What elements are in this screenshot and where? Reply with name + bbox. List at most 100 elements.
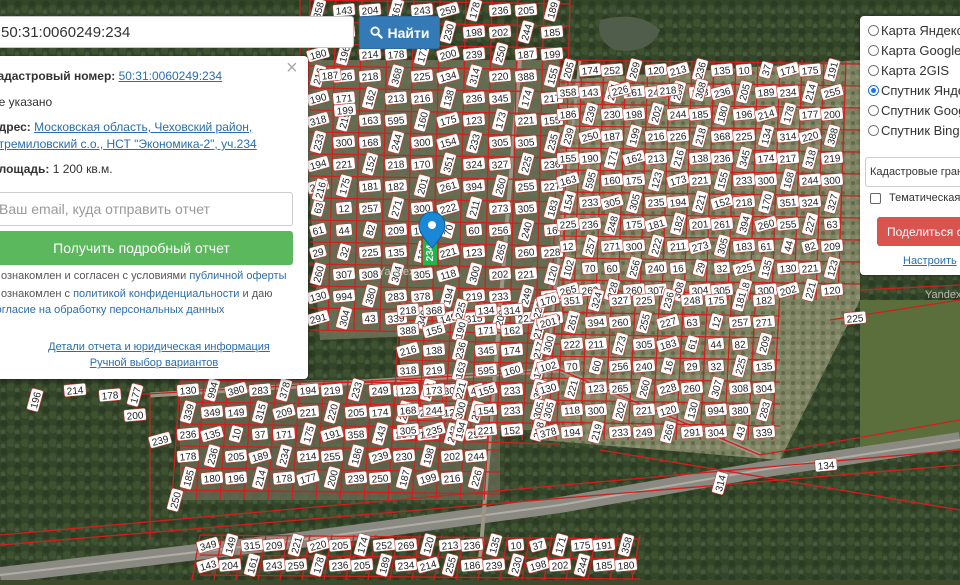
parcel-number-label[interactable]: 152 [500, 422, 524, 438]
address-link-line1[interactable]: Московская область, Чеховский район, [34, 120, 252, 134]
parcel-number-label[interactable]: 187 [318, 67, 342, 83]
parcel-number-label[interactable]: 175 [570, 537, 594, 553]
parcel-number-label[interactable]: 300 [332, 134, 356, 150]
parcel-number-label[interactable]: 300 [754, 172, 778, 188]
parcel-number-label[interactable]: 194 [666, 194, 690, 210]
parcel-number-label[interactable]: 250 [368, 470, 392, 486]
parcel-number-label[interactable]: 225 [632, 292, 656, 308]
parcel-number-label[interactable]: 174 [578, 62, 602, 78]
parcel-number-label[interactable]: 218 [384, 156, 408, 172]
parcel-number-label[interactable]: 225 [410, 68, 434, 84]
parcel-number-label[interactable]: 198 [622, 106, 646, 122]
parcel-number-label[interactable]: 194 [560, 424, 584, 440]
share-link-button[interactable]: Поделиться ссылкой [877, 217, 960, 246]
parcel-number-label[interactable]: 305 [488, 134, 512, 150]
parcel-number-label[interactable]: 120 [820, 282, 844, 298]
parcel-number-label[interactable]: 199 [333, 102, 357, 118]
parcel-number-label[interactable]: 201 [688, 216, 712, 232]
parcel-number-label[interactable]: 70 [581, 261, 599, 275]
parcel-number-label[interactable]: 345 [488, 90, 512, 106]
parcel-number-label[interactable]: 236 [460, 537, 484, 553]
parcel-number-label[interactable]: 239 [344, 470, 368, 486]
parcel-number-label[interactable]: 236 [488, 2, 512, 18]
parcel-number-label[interactable]: 174 [500, 342, 524, 358]
parcel-number-label[interactable]: 82 [731, 337, 749, 351]
parcel-number-label[interactable]: 308 [728, 380, 752, 396]
parcel-number-label[interactable]: 358 [556, 84, 580, 100]
parcel-number-label[interactable]: 205 [350, 557, 374, 573]
parcel-number-label[interactable]: 70 [563, 359, 581, 373]
parcel-number-label[interactable]: 269 [394, 537, 418, 553]
parcel-number-label[interactable]: 349 [200, 404, 224, 420]
layer-option-yandex-map[interactable]: Карта Яндекс [868, 23, 960, 38]
parcel-number-label[interactable]: 221 [688, 172, 712, 188]
parcel-number-label[interactable]: 239 [462, 46, 486, 62]
parcel-number-label[interactable]: 235 [644, 194, 668, 210]
parcel-number-label[interactable]: 221 [514, 266, 538, 282]
parcel-number-label[interactable]: 182 [384, 178, 408, 194]
parcel-number-label[interactable]: 194 [296, 382, 320, 398]
parcel-number-label[interactable]: 243 [262, 557, 286, 573]
parcel-number-label[interactable]: 200 [820, 106, 844, 122]
parcel-number-label[interactable]: 236 [710, 150, 734, 166]
parcel-number-label[interactable]: 120 [644, 62, 668, 78]
settings-link[interactable]: Настроить [903, 255, 957, 267]
parcel-number-label[interactable]: 239 [482, 557, 506, 573]
parcel-number-label[interactable]: 178 [272, 470, 296, 486]
parcel-number-label[interactable]: 178 [98, 387, 122, 403]
parcel-number-label[interactable]: 205 [514, 2, 538, 18]
parcel-number-label[interactable]: 134 [814, 457, 838, 473]
parcel-number-label[interactable]: 300 [622, 238, 646, 254]
parcel-number-label[interactable]: 218 [732, 194, 756, 210]
parcel-number-label[interactable]: 173 [422, 382, 446, 398]
parcel-number-label[interactable]: 168 [396, 402, 420, 418]
parcel-number-label[interactable]: 221 [632, 402, 656, 418]
parcel-number-label[interactable]: 123 [462, 112, 486, 128]
parcel-number-label[interactable]: 209 [384, 222, 408, 238]
parcel-number-label[interactable]: 234 [776, 84, 800, 100]
parcel-number-label[interactable]: 259 [284, 557, 308, 573]
parcel-number-label[interactable]: 214 [63, 382, 87, 398]
parcel-number-label[interactable]: 283 [248, 382, 272, 398]
parcel-number-label[interactable]: 32 [713, 261, 731, 275]
parcel-number-label[interactable]: 225 [732, 128, 756, 144]
parcel-number-label[interactable]: 186 [460, 557, 484, 573]
parcel-number-label[interactable]: 175 [622, 216, 646, 232]
parcel-number-label[interactable]: 388 [514, 68, 538, 84]
parcel-number-label[interactable]: 204 [218, 557, 242, 573]
layer-option-2gis-map[interactable]: Карта 2GIS [868, 63, 949, 78]
parcel-number-label[interactable]: 214 [296, 448, 320, 464]
checkbox-icon[interactable] [870, 192, 881, 204]
parcel-number-label[interactable]: 196 [732, 106, 756, 122]
parcel-number-label[interactable]: 236 [176, 426, 200, 442]
parcel-number-label[interactable]: 233 [578, 194, 602, 210]
parcel-number-label[interactable]: 174 [368, 404, 392, 420]
parcel-number-label[interactable]: 595 [474, 362, 498, 378]
parcel-number-label[interactable]: 154 [474, 402, 498, 418]
parcel-number-label[interactable]: 226 [666, 128, 690, 144]
parcel-number-label[interactable]: 271 [600, 238, 624, 254]
parcel-number-label[interactable]: 202 [488, 24, 512, 40]
parcel-number-label[interactable]: 351 [560, 292, 584, 308]
parcel-number-label[interactable]: 196 [224, 470, 248, 486]
parcel-number-label[interactable]: 220 [488, 68, 512, 84]
parcel-number-label[interactable]: 211 [584, 336, 608, 352]
parcel-number-label[interactable]: 240 [632, 358, 656, 374]
email-field[interactable] [0, 192, 293, 226]
parcel-number-label[interactable]: 271 [752, 314, 776, 330]
parcel-number-label[interactable]: 118 [560, 402, 584, 418]
report-details-link[interactable]: Детали отчета и юридическая информация [0, 341, 318, 353]
parcel-number-label[interactable]: 205 [224, 448, 248, 464]
parcel-number-label[interactable]: 134 [474, 302, 498, 318]
parcel-number-label[interactable]: 149 [224, 404, 248, 420]
parcel-number-label[interactable]: 368 [422, 302, 446, 318]
parcel-number-label[interactable]: 240 [644, 260, 668, 276]
parcel-number-label[interactable]: 358 [344, 426, 368, 442]
parcel-number-label[interactable]: 175 [704, 292, 728, 308]
parcel-number-label[interactable]: 219 [422, 362, 446, 378]
parcel-number-label[interactable]: 209 [262, 537, 286, 553]
parcel-number-label[interactable]: 233 [488, 288, 512, 304]
parcel-number-label[interactable]: 315 [240, 537, 264, 553]
privacy-policy-link[interactable]: политикой конфиденциальности [73, 288, 239, 300]
parcel-number-label[interactable]: 234 [394, 557, 418, 573]
